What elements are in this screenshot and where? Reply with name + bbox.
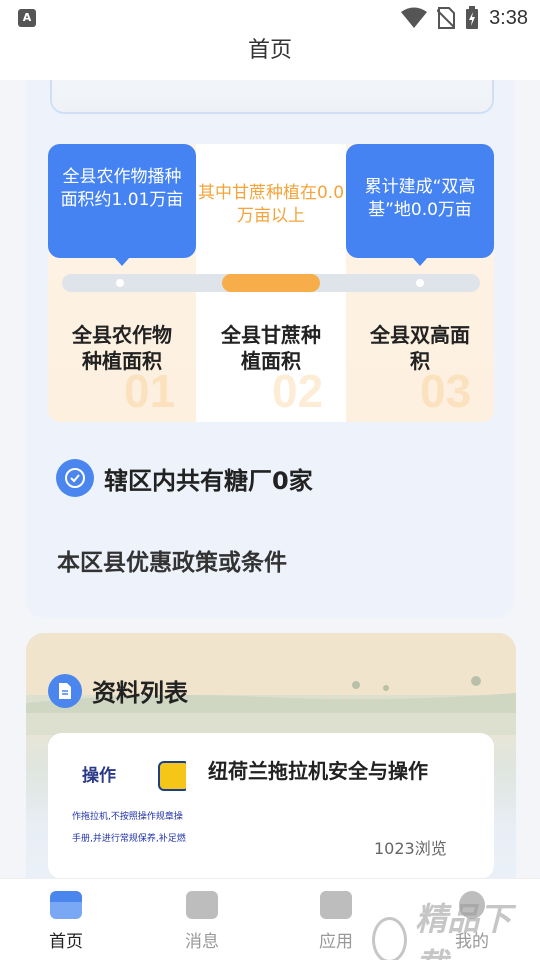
document-list-card: 资料列表 操作 作拖拉机,不按照操作规章操 手册,并进行常规保养,补足燃 纽荷兰… bbox=[26, 633, 516, 878]
item-view-count: 1023浏览 bbox=[374, 839, 447, 858]
stat-bubble-2: 其中甘蔗种植在0.0万亩以上 bbox=[197, 183, 345, 226]
stat-bubble-1: 全县农作物播种面积约1.01万亩 bbox=[48, 144, 196, 266]
apps-icon bbox=[320, 891, 352, 919]
no-sim-icon bbox=[437, 7, 456, 29]
list-heading: 资料列表 bbox=[48, 673, 188, 708]
status-time: 3:38 bbox=[489, 6, 528, 29]
tab-home-label: 首页 bbox=[49, 932, 83, 952]
policy-heading[interactable]: 本区县优惠政策或条件 bbox=[57, 543, 287, 577]
page-title: 首页 bbox=[247, 38, 292, 63]
watermark-text: 精品下载 bbox=[415, 900, 512, 960]
factory-count-text: 辖区内共有糖厂0家 bbox=[104, 466, 313, 495]
track-active-pill bbox=[222, 274, 320, 292]
track-dot-3 bbox=[416, 279, 424, 287]
stat-selector-track[interactable] bbox=[62, 274, 480, 292]
stat-number-2: 02 bbox=[272, 365, 324, 417]
tab-apps-label: 应用 bbox=[319, 932, 353, 952]
battery-charging-icon bbox=[466, 6, 479, 29]
watermark-logo-icon bbox=[372, 917, 408, 960]
stat-number-1: 01 bbox=[124, 365, 176, 417]
list-title: 资料列表 bbox=[92, 679, 188, 707]
system-icons: 3:38 bbox=[401, 6, 528, 30]
notification-app-icon: A bbox=[18, 9, 36, 27]
badge-check-icon bbox=[56, 459, 94, 497]
thumbnail-line-2: 手册,并进行常规保养,补足燃 bbox=[72, 834, 186, 844]
list-item[interactable]: 操作 作拖拉机,不按照操作规章操 手册,并进行常规保养,补足燃 纽荷兰拖拉机安全… bbox=[48, 733, 494, 878]
thumbnail-caption: 操作 bbox=[82, 766, 116, 786]
factory-count-row: 辖区内共有糖厂0家 bbox=[56, 458, 313, 498]
thumbnail-line-1: 作拖拉机,不按照操作规章操 bbox=[72, 812, 183, 822]
tab-messages[interactable]: 消息 bbox=[152, 891, 252, 952]
tab-messages-label: 消息 bbox=[185, 932, 219, 952]
document-thumbnail: 操作 作拖拉机,不按照操作规章操 手册,并进行常规保养,补足燃 bbox=[72, 747, 186, 847]
track-dot-1 bbox=[116, 279, 124, 287]
stat-number-3: 03 bbox=[420, 365, 472, 417]
page-header: 首页 bbox=[0, 36, 540, 80]
item-title: 纽荷兰拖拉机安全与操作 bbox=[208, 759, 428, 783]
watermark: 精品下载 bbox=[372, 894, 540, 960]
message-icon bbox=[186, 891, 218, 919]
new-holland-logo bbox=[158, 761, 186, 791]
main-scroll[interactable]: 全县农作物播种面积约1.01万亩 其中甘蔗种植在0.0万亩以上 累计建成“双高基… bbox=[0, 80, 540, 878]
store-icon bbox=[50, 891, 82, 919]
stats-tiles: 全县农作物播种面积约1.01万亩 其中甘蔗种植在0.0万亩以上 累计建成“双高基… bbox=[48, 144, 494, 422]
tab-home[interactable]: 首页 bbox=[16, 891, 116, 952]
wifi-icon bbox=[401, 7, 428, 28]
map-panel[interactable] bbox=[50, 80, 494, 114]
tab-apps[interactable]: 应用 bbox=[286, 891, 386, 952]
stat-bubble-3: 累计建成“双高基”地0.0万亩 bbox=[346, 144, 494, 266]
document-icon bbox=[48, 673, 82, 708]
status-bar: A 3:38 bbox=[0, 0, 540, 36]
